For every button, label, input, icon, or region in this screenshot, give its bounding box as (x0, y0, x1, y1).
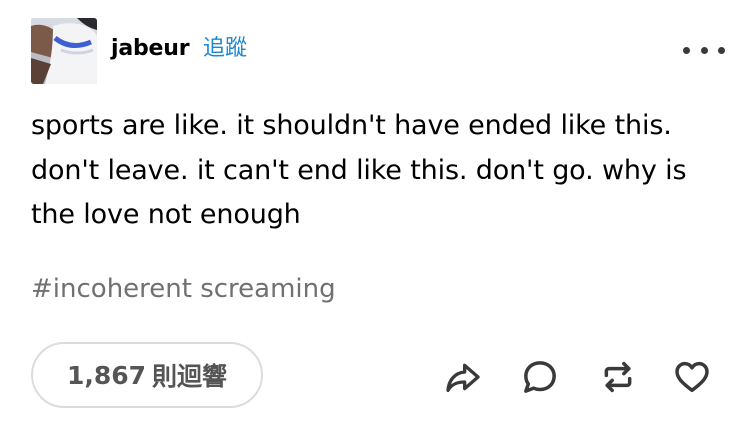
more-options-icon[interactable] (683, 38, 725, 62)
share-icon[interactable] (441, 355, 485, 399)
heart-icon[interactable] (670, 355, 714, 399)
avatar-photo (31, 18, 97, 84)
post-tag[interactable]: #incoherent screaming (31, 269, 336, 309)
reblog-icon[interactable] (596, 355, 640, 399)
post-card: jabeur 追蹤 sports are like. it shouldn't … (0, 0, 750, 427)
more-dot (683, 46, 690, 54)
notes-label: 則迴響 (152, 362, 228, 391)
reply-icon[interactable] (518, 355, 562, 399)
post-body: sports are like. it shouldn't have ended… (31, 110, 687, 230)
avatar[interactable] (31, 18, 97, 84)
notes-count: 1,867 (66, 360, 147, 390)
follow-button[interactable]: 追蹤 (203, 34, 247, 64)
notes-button[interactable]: 1,867 則迴響 (31, 342, 263, 408)
author-username[interactable]: jabeur (111, 34, 190, 64)
more-dot (718, 46, 725, 54)
more-dot (700, 46, 708, 54)
